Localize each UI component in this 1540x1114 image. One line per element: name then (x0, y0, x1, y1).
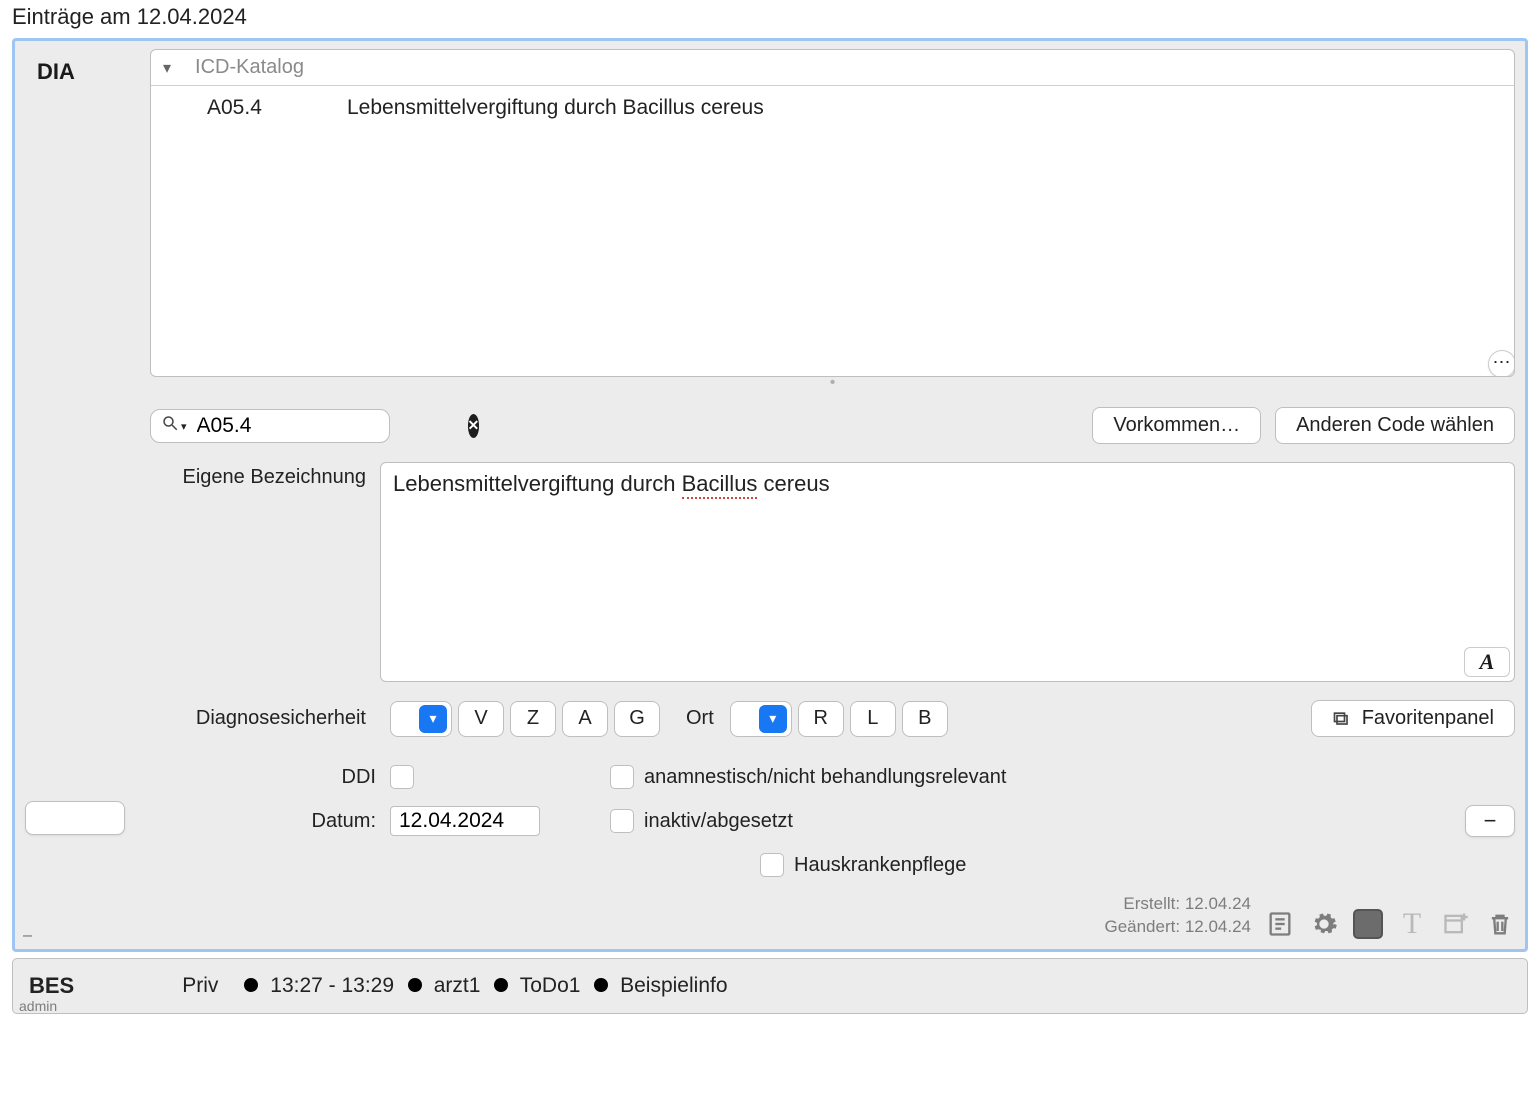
category-field[interactable] (25, 801, 125, 835)
bes-tag: BES (29, 973, 74, 999)
user-label: arzt1 (434, 974, 481, 997)
ort-chip-b[interactable]: B (902, 701, 948, 737)
bes-status-bar: BES admin Priv 13:27 - 13:29 arzt1 ToDo1… (12, 958, 1528, 1014)
diag-chip-v[interactable]: V (458, 701, 504, 737)
todo-label: ToDo1 (520, 974, 581, 997)
remove-button[interactable]: − (1465, 805, 1515, 837)
more-icon[interactable]: ⋯ (1488, 350, 1515, 377)
hauskrankenpflege-label: Hauskrankenpflege (794, 854, 966, 877)
diag-chip-a[interactable]: A (562, 701, 608, 737)
text-tool-icon[interactable]: T (1397, 909, 1427, 939)
chevron-down-icon: ▾ (419, 705, 447, 733)
clear-icon[interactable]: ✕ (468, 414, 480, 438)
desc-text-spellcheck: Bacillus (682, 471, 758, 499)
dot-icon (244, 978, 258, 992)
notes-icon[interactable] (1265, 909, 1295, 939)
time-range: 13:27 - 13:29 (270, 974, 394, 997)
hauskrankenpflege-checkbox-row[interactable]: Hauskrankenpflege (610, 853, 1455, 877)
icd-text: Lebensmittelvergiftung durch Bacillus ce… (347, 96, 764, 120)
icd-search-input[interactable]: ▾ ✕ (150, 409, 390, 443)
ddi-checkbox[interactable] (390, 765, 414, 789)
sidebar-tag-dia: DIA (37, 59, 75, 85)
chevron-down-icon: ▾ (181, 420, 187, 433)
resize-handle-icon[interactable]: • (150, 377, 1515, 389)
diag-chip-g[interactable]: G (614, 701, 660, 737)
diagnosesicherheit-select[interactable]: ▾ (390, 701, 452, 737)
icd-catalog-header-label: ICD-Katalog (195, 56, 304, 79)
admin-label: admin (19, 998, 57, 1014)
anamnestisch-checkbox[interactable] (610, 765, 634, 789)
dot-icon (408, 978, 422, 992)
font-style-button[interactable]: A (1464, 647, 1510, 677)
inaktiv-checkbox[interactable] (610, 809, 634, 833)
hauskrankenpflege-checkbox[interactable] (760, 853, 784, 877)
search-icon (161, 414, 179, 437)
ddi-label: DDI (150, 766, 390, 789)
priv-label: Priv (182, 974, 218, 998)
vorkommen-button[interactable]: Vorkommen… (1092, 407, 1261, 444)
ort-chip-r[interactable]: R (798, 701, 844, 737)
favoritenpanel-button[interactable]: Favoritenpanel (1311, 700, 1515, 737)
diagnosesicherheit-label: Diagnosesicherheit (150, 707, 380, 730)
dot-icon (494, 978, 508, 992)
chevron-down-icon: ▾ (759, 705, 787, 733)
info-label: Beispielinfo (620, 974, 727, 997)
meta-timestamps: Erstellt: 12.04.24 Geändert: 12.04.24 (150, 893, 1251, 939)
collapse-handle-icon[interactable]: – (23, 927, 32, 945)
desc-text-part: Lebensmittelvergiftung durch (393, 471, 682, 496)
page-title: Einträge am 12.04.2024 (0, 0, 1540, 38)
ort-chip-l[interactable]: L (850, 701, 896, 737)
icd-code: A05.4 (207, 96, 317, 120)
chevron-down-icon: ▾ (163, 58, 171, 78)
desc-text-part: cereus (757, 471, 829, 496)
icd-search-field[interactable] (197, 414, 468, 438)
eigene-bezeichnung-field[interactable]: Lebensmittelvergiftung durch Bacillus ce… (380, 462, 1515, 682)
trash-icon[interactable] (1485, 909, 1515, 939)
icd-catalog-row[interactable]: A05.4 Lebensmittelvergiftung durch Bacil… (151, 86, 1514, 130)
icd-catalog-header[interactable]: ▾ ICD-Katalog (151, 50, 1514, 86)
inaktiv-checkbox-row[interactable]: inaktiv/abgesetzt (610, 809, 1455, 833)
stack-icon (1332, 709, 1352, 729)
anamnestisch-checkbox-row[interactable]: anamnestisch/nicht behandlungsrelevant (610, 765, 1455, 789)
new-entry-icon[interactable] (1441, 909, 1471, 939)
gear-icon[interactable] (1309, 909, 1339, 939)
inaktiv-label: inaktiv/abgesetzt (644, 810, 793, 833)
anderen-code-button[interactable]: Anderen Code wählen (1275, 407, 1515, 444)
ort-label: Ort (686, 707, 714, 730)
dot-icon (594, 978, 608, 992)
ort-select[interactable]: ▾ (730, 701, 792, 737)
icd-catalog-box: ▾ ICD-Katalog A05.4 Lebensmittelvergiftu… (150, 49, 1515, 377)
anamnestisch-label: anamnestisch/nicht behandlungsrelevant (644, 766, 1006, 789)
dia-panel: DIA ▾ ICD-Katalog A05.4 Lebensmittelverg… (12, 38, 1528, 952)
view-icon[interactable] (1353, 909, 1383, 939)
diag-chip-z[interactable]: Z (510, 701, 556, 737)
favoritenpanel-label: Favoritenpanel (1362, 707, 1494, 730)
eigene-bezeichnung-label: Eigene Bezeichnung (150, 462, 380, 682)
datum-label: Datum: (150, 810, 390, 833)
datum-field[interactable] (390, 806, 540, 836)
